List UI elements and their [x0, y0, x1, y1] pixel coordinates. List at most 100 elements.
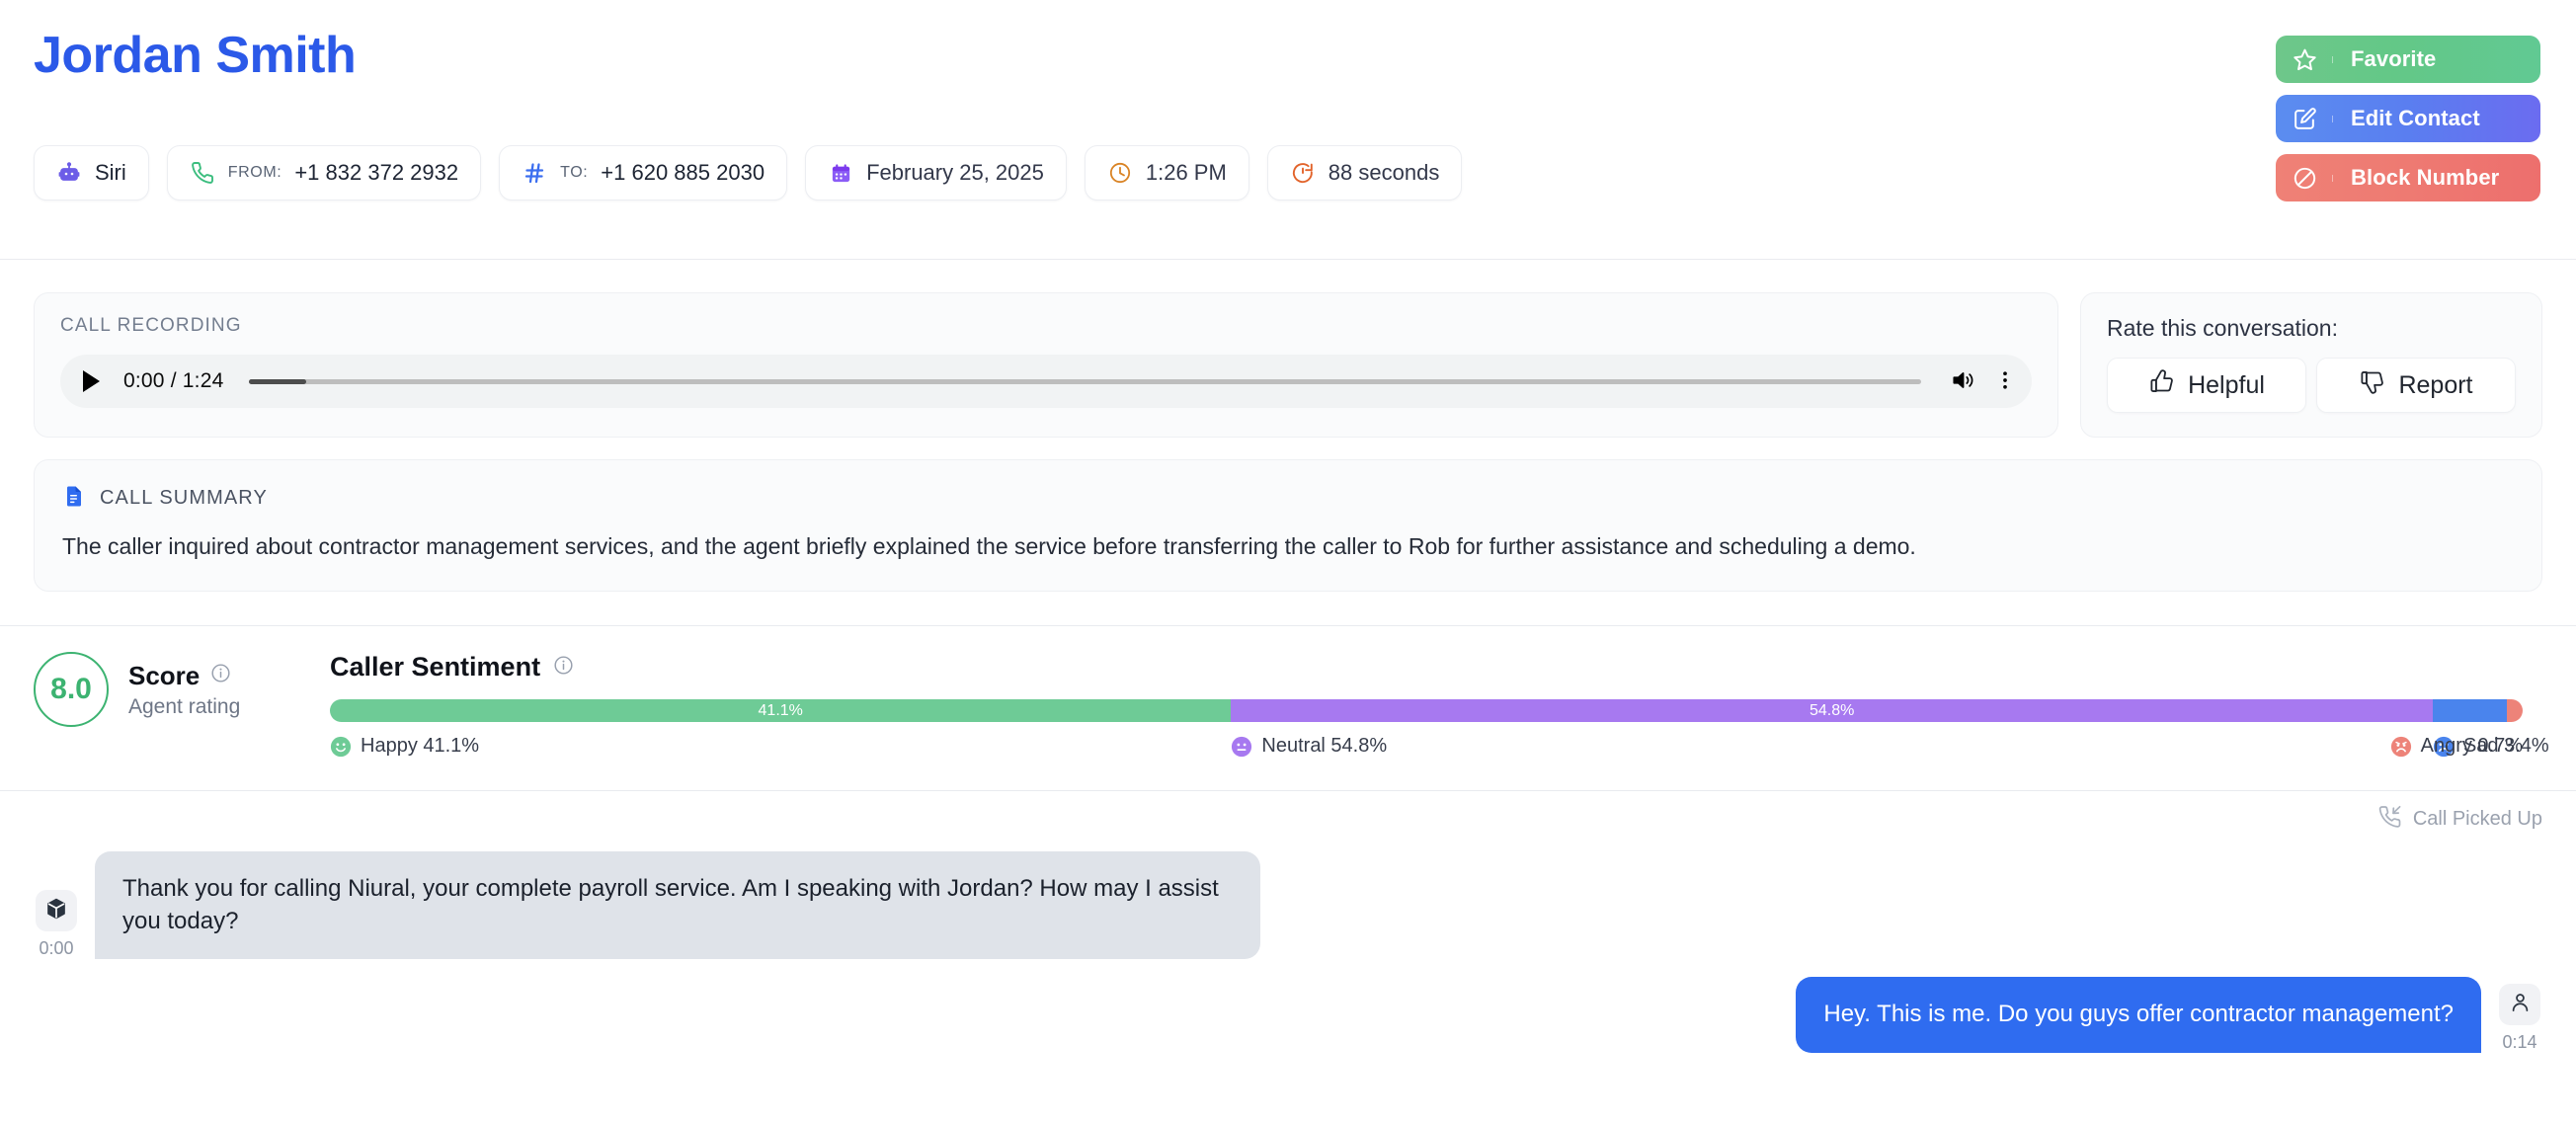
- legend-label-neutral: Neutral 54.8%: [1261, 735, 1388, 758]
- star-icon: [2276, 47, 2333, 72]
- caller-sentiment: Caller Sentiment 41.1% 54.8% Happy 41.1%…: [330, 652, 2549, 761]
- block-number-button[interactable]: Block Number: [2276, 154, 2540, 201]
- sentiment-segment-sad: [2432, 699, 2508, 723]
- call-status-label: Call Picked Up: [2412, 808, 2542, 831]
- header-divider: [0, 259, 2576, 260]
- message-timestamp: 0:14: [2502, 1031, 2537, 1052]
- chip-date[interactable]: February 25, 2025: [805, 145, 1067, 201]
- sentiment-segment-angry: [2507, 699, 2523, 723]
- chip-assistant[interactable]: Siri: [34, 145, 149, 201]
- audio-time-display: 0:00 / 1:24: [123, 369, 224, 392]
- report-button-label: Report: [2398, 370, 2473, 399]
- user-avatar-group: 0:14: [2497, 983, 2542, 1053]
- recording-section: CALL RECORDING 0:00 / 1:24 Rate this con…: [0, 255, 2576, 438]
- message-bubble: Thank you for calling Niural, your compl…: [95, 851, 1260, 960]
- score-sublabel: Agent rating: [128, 694, 241, 718]
- block-number-button-label: Block Number: [2351, 165, 2500, 190]
- call-summary-text: The caller inquired about contractor man…: [62, 533, 1916, 559]
- chip-to-value: +1 620 885 2030: [601, 160, 765, 186]
- report-button[interactable]: Report: [2316, 358, 2516, 413]
- kebab-menu-icon: [1995, 368, 2015, 395]
- sentiment-segment-neutral-label: 54.8%: [1809, 701, 1855, 719]
- score-meta: Score Agent rating: [128, 661, 240, 719]
- favorite-button-label: Favorite: [2351, 46, 2437, 71]
- message-bubble: Hey. This is me. Do you guys offer contr…: [1796, 977, 2481, 1053]
- calendar-icon: [828, 160, 853, 186]
- rate-buttons: Helpful Report: [2107, 358, 2516, 413]
- play-button[interactable]: [76, 366, 106, 396]
- phone-incoming-icon: [2378, 805, 2402, 834]
- page-title: Jordan Smith: [34, 27, 357, 84]
- call-summary-label: CALL SUMMARY: [100, 487, 268, 509]
- neutral-face-icon: [1231, 736, 1252, 758]
- legend-item-neutral: Neutral 54.8%: [1231, 735, 1387, 758]
- chip-from-value: +1 832 372 2932: [294, 160, 459, 186]
- agent-avatar-group: 0:00: [34, 890, 79, 959]
- helpful-button[interactable]: Helpful: [2107, 358, 2306, 413]
- agent-score: 8.0 Score Agent rating: [34, 652, 330, 728]
- chip-time-value: 1:26 PM: [1145, 160, 1227, 186]
- audio-more-options-button[interactable]: [1992, 365, 2018, 397]
- edit-contact-button-label: Edit Contact: [2351, 106, 2480, 130]
- timer-icon: [1290, 160, 1316, 186]
- happy-face-icon: [330, 736, 352, 758]
- thumbs-down-icon: [2359, 368, 2385, 402]
- thumbs-up-icon: [2148, 368, 2175, 402]
- clock-icon: [1107, 160, 1133, 186]
- play-icon: [82, 370, 100, 392]
- call-metadata-chips: Siri FROM: +1 832 372 2932 TO: +1 620 88…: [34, 145, 2542, 201]
- message-timestamp: 0:00: [39, 938, 74, 959]
- hash-icon: [522, 160, 547, 186]
- volume-button[interactable]: [1947, 365, 1978, 397]
- sentiment-legend: Happy 41.1% Neutral 54.8% Sad 3.4% Angry…: [330, 735, 2549, 761]
- audio-progress-fill: [249, 378, 306, 384]
- edit-pencil-icon: [2276, 107, 2333, 131]
- legend-item-angry: Angry 0.7%: [2390, 735, 2523, 758]
- block-icon: [2276, 166, 2333, 191]
- call-status: Call Picked Up: [34, 791, 2542, 834]
- caller-sentiment-title: Caller Sentiment: [330, 652, 541, 682]
- angry-face-icon: [2390, 736, 2412, 758]
- audio-player[interactable]: 0:00 / 1:24: [60, 355, 2032, 408]
- score-label: Score: [128, 660, 201, 690]
- transcript-message-agent: 0:00 Thank you for calling Niural, your …: [34, 851, 2542, 960]
- legend-label-angry: Angry 0.7%: [2420, 735, 2523, 758]
- avatar: [2499, 983, 2540, 1025]
- volume-icon: [1950, 367, 1975, 396]
- robot-icon: [56, 160, 82, 186]
- chip-time[interactable]: 1:26 PM: [1084, 145, 1249, 201]
- audio-progress-slider[interactable]: [249, 378, 1921, 384]
- edit-contact-button[interactable]: Edit Contact: [2276, 95, 2540, 142]
- chip-duration-value: 88 seconds: [1328, 160, 1440, 186]
- legend-label-happy: Happy 41.1%: [361, 735, 480, 758]
- rate-prompt: Rate this conversation:: [2107, 315, 2338, 341]
- sentiment-info-icon[interactable]: [553, 655, 574, 681]
- call-recording-label: CALL RECORDING: [60, 315, 242, 336]
- score-circle: 8.0: [34, 652, 109, 728]
- chip-to-label: TO:: [560, 164, 589, 182]
- call-summary-card: CALL SUMMARY The caller inquired about c…: [34, 459, 2542, 593]
- sentiment-bar: 41.1% 54.8%: [330, 699, 2523, 723]
- rate-conversation-card: Rate this conversation: Helpful Report: [2080, 292, 2542, 438]
- avatar: [36, 890, 77, 932]
- legend-item-happy: Happy 41.1%: [330, 735, 479, 758]
- page-header: Jordan Smith Siri FROM: +1 832 372 2932 …: [0, 0, 2576, 260]
- transcript-message-user: Hey. This is me. Do you guys offer contr…: [34, 977, 2542, 1053]
- call-summary-header: CALL SUMMARY: [62, 484, 2514, 513]
- contact-action-buttons: Favorite Edit Contact Block Number: [2276, 36, 2540, 201]
- score-sentiment-section: 8.0 Score Agent rating Caller Sentiment …: [0, 626, 2576, 761]
- transcript-section: Call Picked Up 0:00 Thank you for callin…: [0, 791, 2576, 1053]
- chip-duration[interactable]: 88 seconds: [1266, 145, 1463, 201]
- favorite-button[interactable]: Favorite: [2276, 36, 2540, 83]
- sentiment-segment-neutral: 54.8%: [1231, 699, 2433, 723]
- chip-to-number[interactable]: TO: +1 620 885 2030: [499, 145, 788, 201]
- chip-from-number[interactable]: FROM: +1 832 372 2932: [166, 145, 482, 201]
- chip-date-value: February 25, 2025: [866, 160, 1044, 186]
- helpful-button-label: Helpful: [2188, 370, 2265, 399]
- chip-from-label: FROM:: [227, 164, 282, 182]
- phone-icon: [190, 160, 215, 186]
- cube-icon: [44, 897, 68, 925]
- call-recording-card: CALL RECORDING 0:00 / 1:24: [34, 292, 2058, 438]
- sentiment-segment-happy: 41.1%: [330, 699, 1232, 723]
- score-info-icon[interactable]: [210, 663, 231, 688]
